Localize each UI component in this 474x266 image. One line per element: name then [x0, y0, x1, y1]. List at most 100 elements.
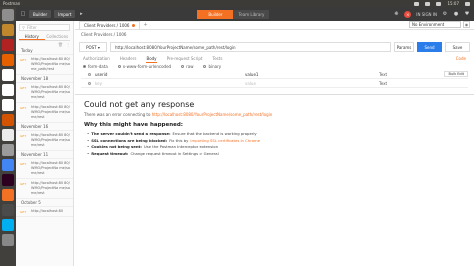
subtab-headers[interactable]: Headers — [120, 54, 137, 63]
method-select[interactable]: POST ▾ — [79, 42, 107, 52]
software-center-icon[interactable] — [2, 114, 14, 126]
value-input[interactable]: value1 — [245, 72, 375, 77]
view-switcher: Builder Team Library — [197, 9, 270, 19]
wrench-icon[interactable]: ⚙ — [442, 11, 448, 17]
bulk-edit-button[interactable]: Bulk Edit — [444, 71, 468, 77]
history-item-url: http://localhost:80 — [31, 209, 64, 213]
sidebar-tabs: History Collections — [19, 33, 70, 41]
url-input[interactable]: http://localhost:8080/YourProjectName/so… — [110, 42, 391, 52]
collection-breadcrumb: Client Providers / 1006 — [81, 32, 127, 37]
history-item[interactable]: GET http://localhost:80 80/WMO/ProjectNa … — [16, 103, 73, 123]
body-mode-binary[interactable]: binary — [203, 64, 221, 69]
row-checkbox[interactable] — [88, 72, 91, 76]
sublime-icon[interactable] — [2, 204, 14, 216]
history-item-url: http://localhost:80 80/WMO/ProjectNa me/… — [31, 181, 70, 195]
import-button[interactable]: Import — [54, 10, 76, 18]
more-icon[interactable]: ⋮ — [66, 42, 70, 47]
chrome-icon[interactable] — [2, 159, 14, 171]
body-mode-raw[interactable]: raw — [181, 64, 193, 69]
settings-icon[interactable] — [2, 144, 14, 156]
why-heading: Why this might have happened: — [84, 122, 183, 128]
subtab-authorization[interactable]: Authorization — [83, 54, 110, 63]
type-select[interactable]: Text — [379, 81, 399, 86]
environment-label: No Environment — [412, 22, 445, 27]
volume-icon[interactable] — [436, 1, 442, 6]
subtab-pre-request-script[interactable]: Pre-request Script — [167, 54, 203, 63]
tab-builder[interactable]: Builder — [197, 9, 234, 19]
history-item[interactable]: GET http://localhost:80 — [16, 207, 73, 217]
postman-icon[interactable] — [2, 189, 14, 201]
skype-icon[interactable] — [2, 219, 14, 231]
row-checkbox[interactable] — [88, 81, 91, 85]
error-subtitle: There was an error connecting to http://… — [75, 112, 474, 117]
form-data-row: userid value1 Text Bulk Edit — [81, 70, 468, 79]
error-subtitle-prefix: There was an error connecting to — [84, 112, 151, 117]
params-button[interactable]: Params — [394, 42, 414, 52]
body-mode-x-www-form-urlencoded[interactable]: x-www-form-urlencoded — [117, 64, 171, 69]
history-item[interactable]: GET http://localhost:80 80/WMO/ProjectNa … — [16, 179, 73, 199]
app-header: □ Builder Import ▸ Builder Team Library … — [16, 7, 474, 21]
os-top-panel: Postman 15:07 — [0, 0, 474, 7]
window-title: Postman — [3, 1, 21, 6]
value-input[interactable]: value — [245, 81, 375, 86]
filezilla-icon[interactable] — [2, 39, 14, 51]
sync-off-icon[interactable]: × — [404, 10, 412, 18]
libreoffice-writer-icon[interactable] — [2, 69, 14, 81]
network-icon[interactable] — [425, 1, 431, 6]
chevron-down-icon: ▾ — [97, 44, 100, 50]
terminal-icon[interactable] — [2, 174, 14, 186]
eye-icon[interactable]: ◉ — [463, 21, 470, 28]
save-button[interactable]: Save — [445, 42, 470, 52]
method-label: POST — [86, 44, 97, 50]
send-button[interactable]: Send — [417, 42, 442, 52]
runner-icon[interactable]: ▸ — [78, 11, 84, 17]
error-url-link[interactable]: http://localhost:8080/YourProjectName/so… — [152, 112, 273, 117]
history-item[interactable]: GET http://localhost:80 80/WMO/ProjectNa … — [16, 83, 73, 103]
history-item-url: http://localhost:80 80/WMO/ProjectNa me/… — [31, 161, 70, 175]
radio-icon — [83, 65, 86, 68]
body-mode-options: form-data x-www-form-urlencoded raw binary — [75, 63, 474, 70]
request-subtabs: Authorization Headers Body Pre-request Scri… — [75, 54, 474, 63]
trash-icon[interactable]: 🗑 — [58, 42, 63, 47]
builder-button[interactable]: Builder — [29, 10, 52, 18]
request-tab[interactable]: Client Providers / 1006 — [79, 21, 141, 29]
tab-history[interactable]: History — [19, 33, 45, 40]
history-item[interactable]: GET http://localhost:80 80/WMO/ProjectNa … — [16, 159, 73, 179]
body-mode-form-data[interactable]: form-data — [83, 64, 108, 69]
keyboard-icon[interactable] — [414, 1, 420, 6]
search-icon: ⚲ — [22, 25, 25, 30]
heart-icon[interactable]: ♥ — [464, 11, 470, 17]
history-item[interactable]: GET http://localhost:80 80/WMO/ProjectNa … — [16, 55, 73, 75]
code-link[interactable]: Code — [456, 56, 466, 61]
key-input[interactable]: userid — [95, 72, 241, 77]
environment-select[interactable]: No Environment — [409, 21, 461, 28]
firefox-icon[interactable] — [2, 54, 14, 66]
error-title: Could not get any response — [84, 100, 195, 109]
power-icon[interactable] — [465, 1, 470, 6]
history-item[interactable]: GET http://localhost:80 80/WMO/ProjectNa … — [16, 131, 73, 151]
files-icon[interactable] — [2, 24, 14, 36]
unsaved-dot-icon — [132, 24, 136, 27]
satellite-icon[interactable]: ❋ — [393, 11, 399, 17]
bell-icon[interactable]: ● — [453, 11, 459, 17]
sign-in-link[interactable]: IN SIGN IN — [416, 12, 437, 17]
response-divider — [75, 94, 474, 98]
subtab-tests[interactable]: Tests — [212, 54, 222, 63]
type-select[interactable]: Text — [379, 72, 399, 77]
new-tab-icon[interactable]: + — [143, 22, 147, 28]
filter-input[interactable]: ⚲ Filter — [19, 24, 70, 31]
libreoffice-impress-icon[interactable] — [2, 99, 14, 111]
header-actions: ❋ × IN SIGN IN ⚙ ● ♥ — [393, 10, 470, 18]
tab-team-library[interactable]: Team Library — [233, 9, 270, 19]
dash-icon[interactable] — [2, 9, 14, 21]
new-window-icon[interactable]: □ — [20, 11, 26, 17]
subtab-body[interactable]: Body — [146, 54, 157, 63]
key-input[interactable]: key — [95, 81, 241, 86]
tab-collections[interactable]: Collections — [45, 33, 71, 40]
history-list: Today GET http://localhost:80 80/WMO/Proje… — [16, 47, 73, 217]
clock[interactable]: 15:07 — [447, 1, 459, 6]
history-item-method: GET — [20, 106, 27, 110]
text-editor-icon[interactable] — [2, 129, 14, 141]
libreoffice-calc-icon[interactable] — [2, 84, 14, 96]
trash-icon[interactable] — [2, 234, 14, 246]
